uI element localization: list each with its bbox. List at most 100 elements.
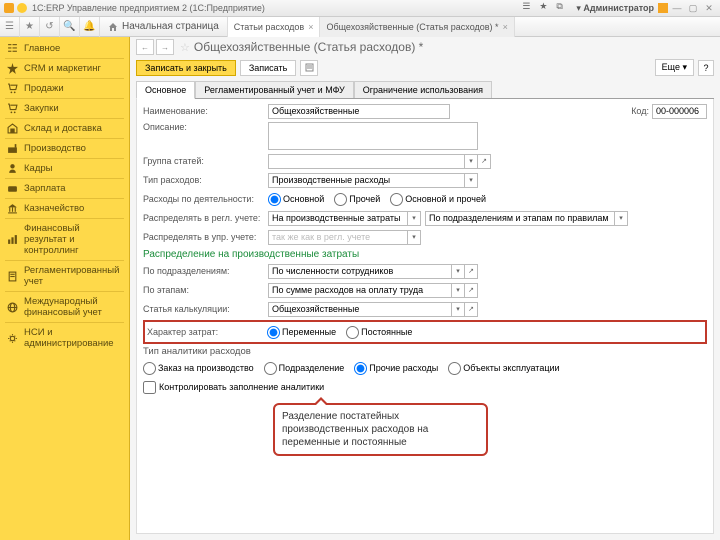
label-group: Группа статей:: [143, 156, 268, 166]
input-name[interactable]: [268, 104, 450, 119]
input-code[interactable]: [652, 104, 707, 119]
label-costnature: Характер затрат:: [147, 327, 267, 337]
dropdown-arrow-icon[interactable]: ▾: [452, 283, 465, 298]
tab-current[interactable]: Общехозяйственные (Статья расходов) * ×: [320, 17, 514, 37]
notifications-button[interactable]: 🔔: [80, 17, 100, 37]
label-code: Код:: [631, 106, 649, 116]
dropdown-distreg-1[interactable]: На производственные затраты: [268, 211, 408, 226]
minimize-button[interactable]: —: [670, 2, 684, 14]
close-icon[interactable]: ×: [503, 22, 508, 32]
sidebar-item-production[interactable]: Производство: [0, 139, 129, 158]
highlight-cost-nature: Характер затрат: Переменные Постоянные: [143, 320, 707, 344]
callout-annotation: Разделение постатейных производственных …: [273, 403, 488, 456]
favorite-button[interactable]: ★: [20, 17, 40, 37]
radio-analytics: Заказ на производство Подразделение Проч…: [143, 362, 568, 375]
ptab-main[interactable]: Основное: [136, 81, 195, 99]
sidebar-item-treasury[interactable]: Казначейство: [0, 199, 129, 218]
maximize-button[interactable]: ▢: [686, 2, 700, 14]
save-close-button[interactable]: Записать и закрыть: [136, 60, 236, 76]
sidebar: Главное CRM и маркетинг Продажи Закупки …: [0, 37, 130, 540]
radio-other[interactable]: [354, 362, 367, 375]
section-analytics: Тип аналитики расходов: [143, 346, 707, 357]
titlebar-tool-icon[interactable]: ⧉: [556, 1, 570, 15]
radio-activity-main[interactable]: [268, 193, 281, 206]
label-calcitem: Статья калькуляции:: [143, 304, 268, 314]
ptab-regacc[interactable]: Регламентированный учет и МФУ: [195, 81, 354, 98]
help-button[interactable]: ?: [698, 60, 714, 76]
sidebar-item-sales[interactable]: Продажи: [0, 79, 129, 98]
ptab-restrict[interactable]: Ограничение использования: [354, 81, 492, 98]
open-ref-icon[interactable]: ↗: [465, 283, 478, 298]
page-tabs: Основное Регламентированный учет и МФУ О…: [136, 81, 714, 99]
label-distmgmt: Распределять в упр. учете:: [143, 232, 268, 242]
dropdown-distmgmt[interactable]: так же как в регл. учете: [268, 230, 408, 245]
radio-order[interactable]: [143, 362, 156, 375]
sidebar-item-warehouse[interactable]: Склад и доставка: [0, 119, 129, 138]
content-area: ← → ☆ Общехозяйственные (Статья расходов…: [130, 37, 720, 540]
sidebar-item-salary[interactable]: Зарплата: [0, 179, 129, 198]
search-button[interactable]: 🔍: [60, 17, 80, 37]
open-ref-icon[interactable]: ↗: [465, 302, 478, 317]
dropdown-arrow-icon[interactable]: ▾: [465, 154, 478, 169]
titlebar: 1С:ERP Управление предприятием 2 (1С:Пре…: [0, 0, 720, 17]
dropdown-calcitem[interactable]: Общехозяйственные: [268, 302, 452, 317]
dropdown-arrow-icon[interactable]: ▾: [408, 211, 421, 226]
sidebar-item-intlfin[interactable]: Международный финансовый учет: [0, 292, 129, 322]
close-icon[interactable]: ×: [308, 22, 313, 32]
checkbox-control[interactable]: [143, 381, 156, 394]
dropdown-arrow-icon[interactable]: ▾: [452, 264, 465, 279]
radio-activity: Основной Прочей Основной и прочей: [268, 193, 494, 206]
section-distribution: Распределение на производственные затрат…: [143, 249, 707, 260]
radio-variable[interactable]: [267, 326, 280, 339]
star-icon[interactable]: ☆: [180, 41, 190, 54]
page-title: Общехозяйственные (Статья расходов) *: [194, 40, 423, 54]
dropdown-bydept[interactable]: По численности сотрудников: [268, 264, 452, 279]
sidebar-item-main[interactable]: Главное: [0, 39, 129, 58]
sidebar-item-hr[interactable]: Кадры: [0, 159, 129, 178]
radio-fixed[interactable]: [346, 326, 359, 339]
label-type: Тип расходов:: [143, 175, 268, 185]
sidebar-item-purchases[interactable]: Закупки: [0, 99, 129, 118]
radio-costnature: Переменные Постоянные: [267, 326, 420, 339]
app-icon: [4, 3, 14, 13]
dropdown-arrow-icon[interactable]: ▾: [408, 230, 421, 245]
close-button[interactable]: ✕: [702, 2, 716, 14]
dropdown-arrow-icon[interactable]: ▾: [615, 211, 628, 226]
titlebar-text: 1С:ERP Управление предприятием 2 (1С:Пре…: [32, 3, 265, 13]
titlebar-tool-icon[interactable]: ☰: [522, 1, 536, 15]
label-description: Описание:: [143, 122, 268, 132]
app-icon-2: [17, 3, 27, 13]
tab-expenses[interactable]: Статьи расходов ×: [228, 17, 321, 37]
label-bydept: По подразделениям:: [143, 266, 268, 276]
radio-activity-other[interactable]: [334, 193, 347, 206]
user-label[interactable]: ▾ Администратор: [576, 3, 654, 14]
dropdown-distreg-2[interactable]: По подразделениям и этапам по правилам: [425, 211, 615, 226]
back-button[interactable]: ←: [136, 39, 154, 55]
label-distreg: Распределять в регл. учете:: [143, 213, 268, 223]
label-name: Наименование:: [143, 106, 268, 116]
label-activity: Расходы по деятельности:: [143, 194, 268, 204]
open-ref-icon[interactable]: ↗: [465, 264, 478, 279]
sidebar-item-nsi[interactable]: НСИ и администрирование: [0, 323, 129, 353]
dropdown-bystage[interactable]: По сумме расходов на оплату труда: [268, 283, 452, 298]
home-tab[interactable]: Начальная страница: [100, 17, 228, 37]
titlebar-tool-icon[interactable]: ★: [539, 1, 553, 15]
radio-dept[interactable]: [264, 362, 277, 375]
radio-activity-both[interactable]: [390, 193, 403, 206]
dropdown-arrow-icon[interactable]: ▾: [465, 173, 478, 188]
radio-objects[interactable]: [448, 362, 461, 375]
report-button[interactable]: [300, 60, 318, 76]
dropdown-type[interactable]: Производственные расходы: [268, 173, 465, 188]
open-ref-icon[interactable]: ↗: [478, 154, 491, 169]
history-button[interactable]: ↺: [40, 17, 60, 37]
forward-button[interactable]: →: [156, 39, 174, 55]
sidebar-item-regacc[interactable]: Регламентированный учет: [0, 261, 129, 291]
dropdown-arrow-icon[interactable]: ▾: [452, 302, 465, 317]
sidebar-item-finres[interactable]: Финансовый результат и контроллинг: [0, 219, 129, 260]
input-description[interactable]: [268, 122, 478, 150]
save-button[interactable]: Записать: [240, 60, 296, 76]
dropdown-group[interactable]: [268, 154, 465, 169]
more-button[interactable]: Еще ▾: [655, 59, 694, 76]
sidebar-item-crm[interactable]: CRM и маркетинг: [0, 59, 129, 78]
menu-button[interactable]: ☰: [0, 17, 20, 37]
